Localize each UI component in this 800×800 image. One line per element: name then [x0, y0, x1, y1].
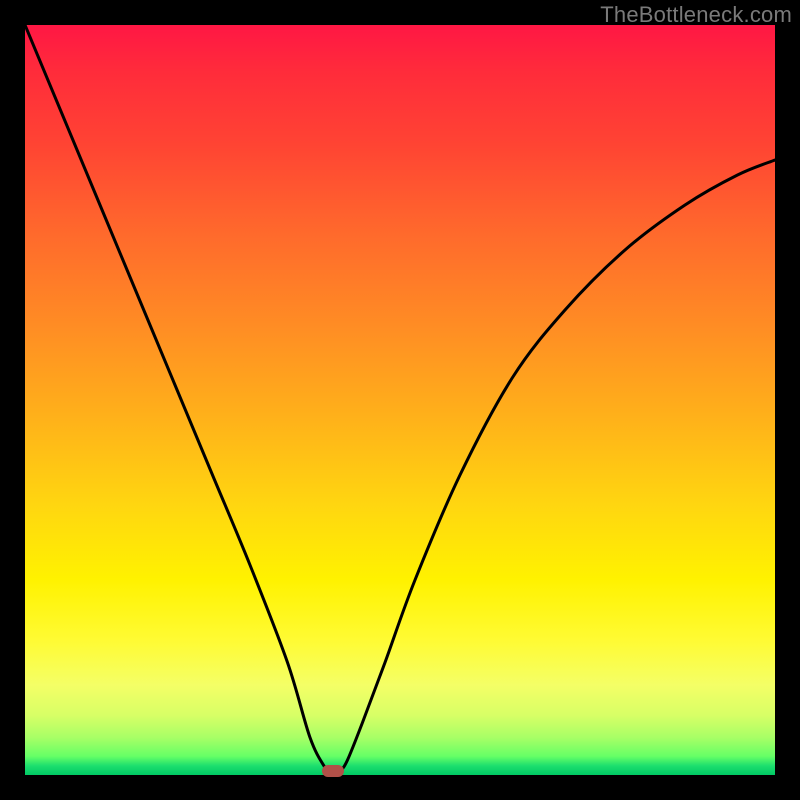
optimum-marker [322, 765, 344, 777]
plot-area [25, 25, 775, 775]
chart-frame: TheBottleneck.com [0, 0, 800, 800]
bottleneck-curve [25, 25, 775, 775]
